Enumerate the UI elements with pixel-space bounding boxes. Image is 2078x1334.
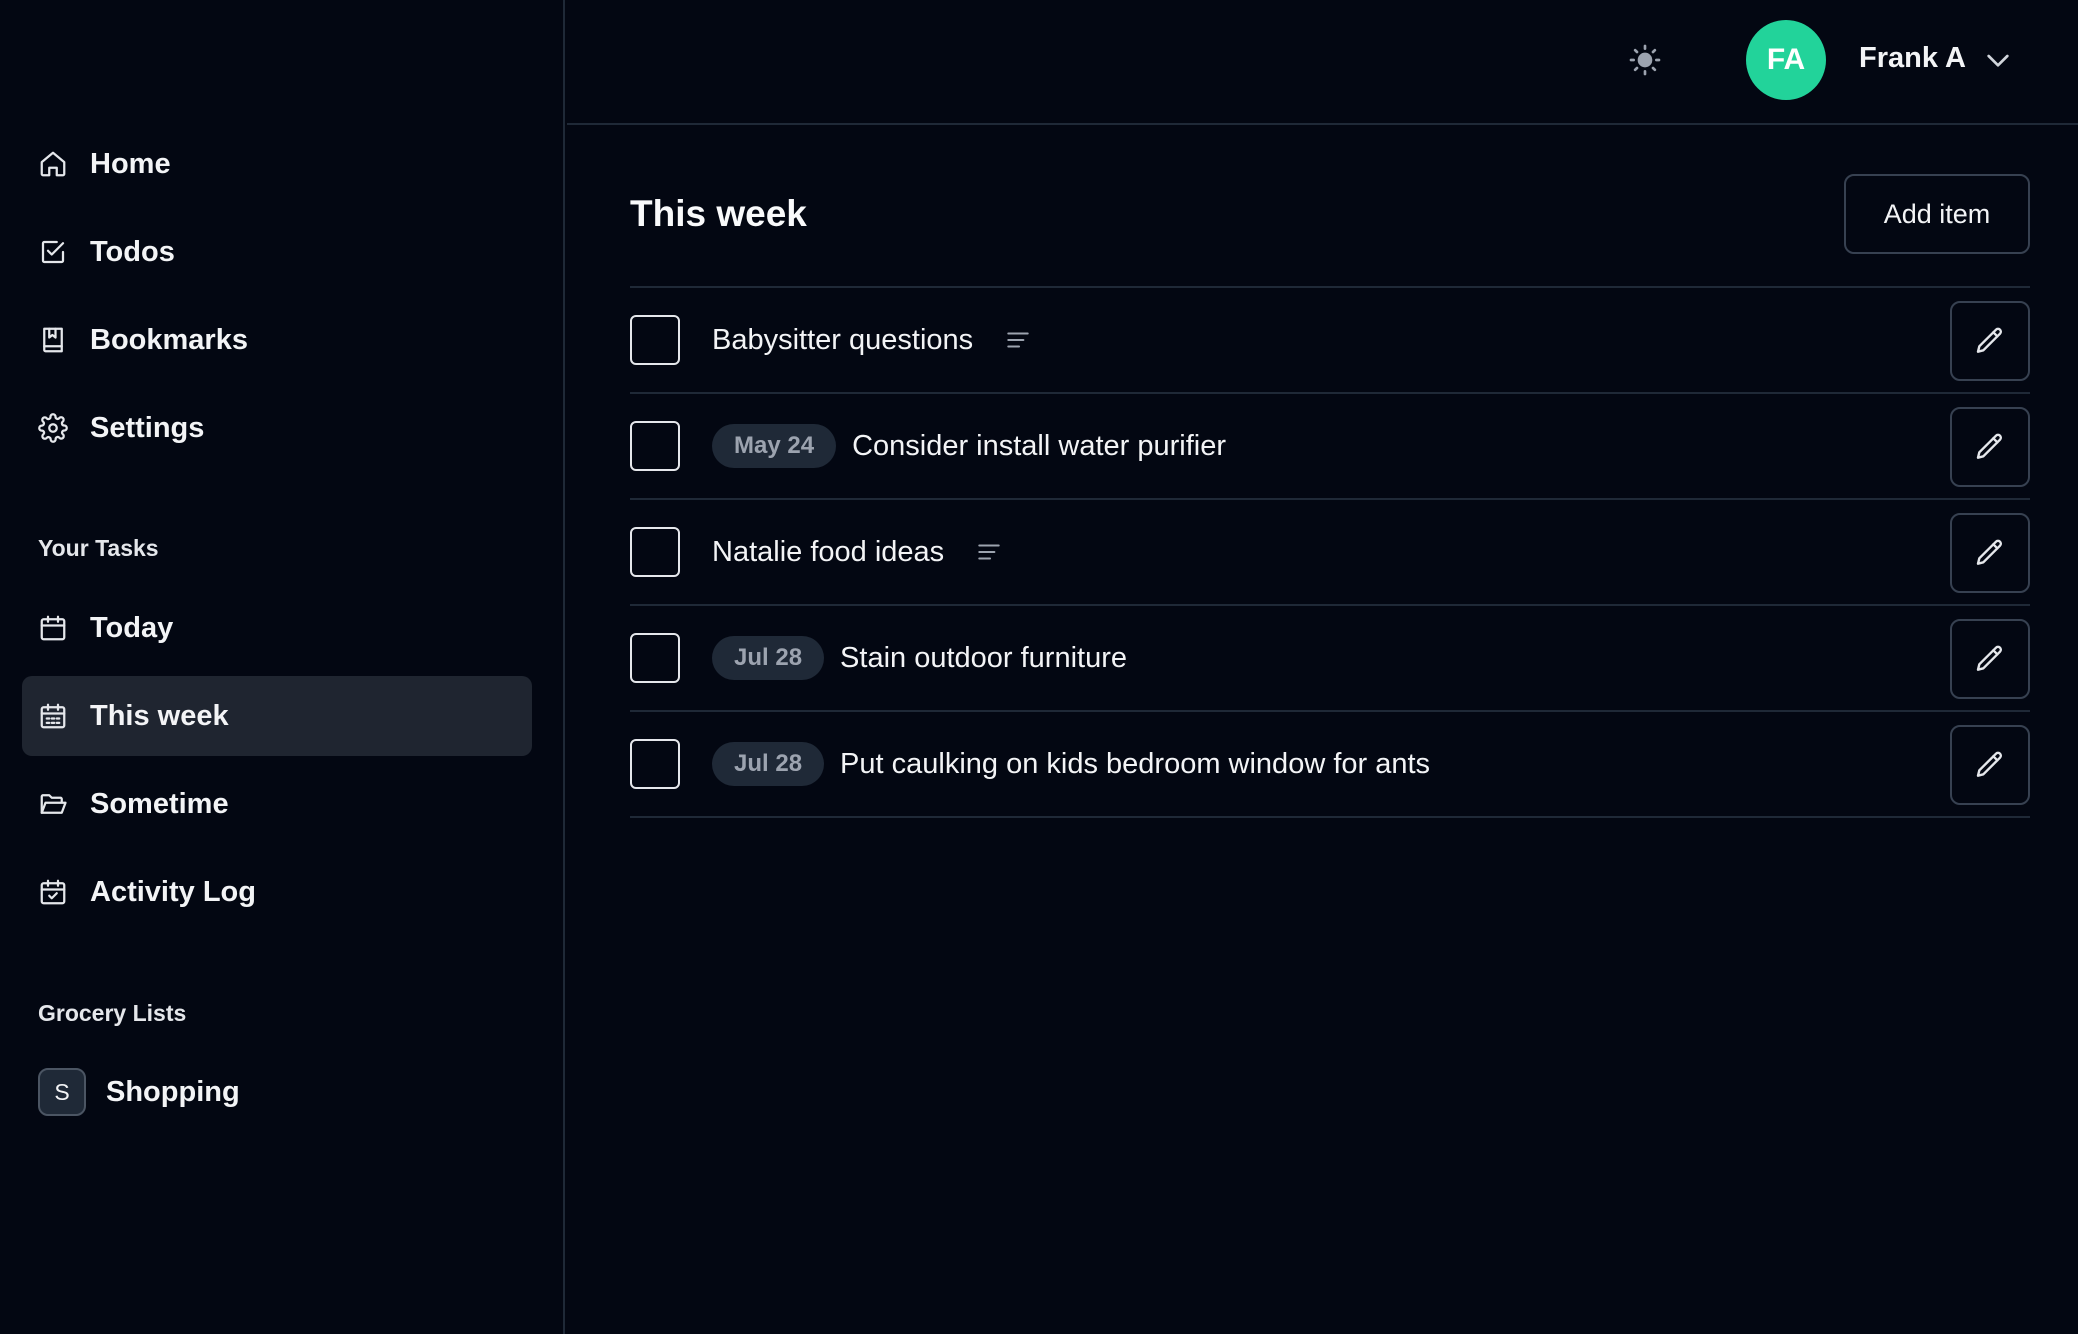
avatar[interactable]: FA — [1746, 20, 1826, 100]
edit-button[interactable] — [1950, 725, 2030, 805]
due-date-badge: Jul 28 — [712, 742, 825, 786]
task-content[interactable]: Babysitter questions — [712, 324, 1031, 357]
task-content[interactable]: Jul 28 Stain outdoor furniture — [712, 636, 1127, 680]
sidebar-item-settings[interactable]: Settings — [22, 388, 532, 468]
sidebar-item-label: Shopping — [106, 1075, 240, 1108]
calendar-check-icon — [38, 877, 68, 907]
sidebar: Home Todos Bookmarks Settings Your Tasks — [0, 0, 565, 1334]
pencil-icon — [1976, 433, 2003, 459]
section-heading-your-tasks: Your Tasks — [38, 535, 159, 561]
task-title: Put caulking on kids bedroom window for … — [840, 747, 1431, 780]
task-title: Stain outdoor furniture — [840, 641, 1128, 674]
task-row: Babysitter questions — [630, 288, 2030, 394]
sidebar-item-label: Bookmarks — [90, 323, 248, 356]
pencil-icon — [1976, 539, 2003, 565]
edit-button[interactable] — [1950, 619, 2030, 699]
sidebar-item-bookmarks[interactable]: Bookmarks — [22, 300, 532, 380]
page-title: This week — [630, 193, 807, 234]
sidebar-item-label: Sometime — [90, 787, 229, 820]
home-icon — [38, 149, 68, 179]
pencil-icon — [1976, 645, 2003, 671]
notes-icon — [978, 544, 1000, 560]
task-content[interactable]: Natalie food ideas — [712, 536, 1002, 569]
edit-button[interactable] — [1950, 513, 2030, 593]
sidebar-item-label: Today — [90, 611, 174, 644]
sidebar-item-label: Settings — [90, 411, 205, 444]
task-title: Babysitter questions — [712, 323, 974, 356]
task-row: Jul 28 Put caulking on kids bedroom wind… — [630, 712, 2030, 818]
theme-toggle-button[interactable] — [1625, 40, 1665, 80]
task-title: Natalie food ideas — [712, 535, 945, 568]
sidebar-item-this-week[interactable]: This week — [22, 676, 532, 756]
bookmark-icon — [38, 325, 68, 355]
task-list: Babysitter questions May 24 Consider ins… — [630, 286, 2030, 818]
sun-icon — [1629, 44, 1661, 76]
folder-open-icon — [38, 789, 68, 819]
checkbox-icon — [38, 237, 68, 267]
app: Home Todos Bookmarks Settings Your Tasks — [0, 0, 2078, 1334]
task-checkbox[interactable] — [630, 527, 680, 577]
task-title: Consider install water purifier — [852, 429, 1226, 462]
task-checkbox[interactable] — [630, 421, 680, 471]
top-header — [567, 0, 2078, 125]
calendar-icon — [38, 613, 68, 643]
sidebar-item-today[interactable]: Today — [22, 588, 532, 668]
calendar-week-icon — [38, 701, 68, 731]
list-initial-badge: S — [38, 1068, 86, 1116]
sidebar-item-todos[interactable]: Todos — [22, 212, 532, 292]
pencil-icon — [1976, 751, 2003, 777]
edit-button[interactable] — [1950, 407, 2030, 487]
due-date-badge: May 24 — [712, 424, 837, 468]
task-content[interactable]: Jul 28 Put caulking on kids bedroom wind… — [712, 742, 1430, 786]
gear-icon — [38, 413, 68, 443]
task-row: Jul 28 Stain outdoor furniture — [630, 606, 2030, 712]
sidebar-item-label: Activity Log — [90, 875, 256, 908]
sidebar-item-activity-log[interactable]: Activity Log — [22, 852, 532, 932]
task-row: May 24 Consider install water purifier — [630, 394, 2030, 500]
task-checkbox[interactable] — [630, 315, 680, 365]
due-date-badge: Jul 28 — [712, 636, 825, 680]
chevron-down-icon[interactable] — [1982, 44, 2014, 76]
sidebar-item-label: Todos — [90, 235, 175, 268]
notes-icon — [1007, 332, 1029, 348]
sidebar-item-home[interactable]: Home — [22, 124, 532, 204]
task-checkbox[interactable] — [630, 739, 680, 789]
task-content[interactable]: May 24 Consider install water purifier — [712, 424, 1226, 468]
sidebar-item-shopping[interactable]: S Shopping — [22, 1052, 532, 1132]
add-item-button[interactable]: Add item — [1844, 174, 2030, 254]
section-heading-grocery-lists: Grocery Lists — [38, 1000, 187, 1026]
sidebar-item-sometime[interactable]: Sometime — [22, 764, 532, 844]
sidebar-item-label: Home — [90, 147, 171, 180]
sidebar-item-label: This week — [90, 699, 229, 732]
task-checkbox[interactable] — [630, 633, 680, 683]
edit-button[interactable] — [1950, 301, 2030, 381]
user-name[interactable]: Frank A — [1859, 42, 1966, 75]
task-row: Natalie food ideas — [630, 500, 2030, 606]
pencil-icon — [1976, 327, 2003, 353]
